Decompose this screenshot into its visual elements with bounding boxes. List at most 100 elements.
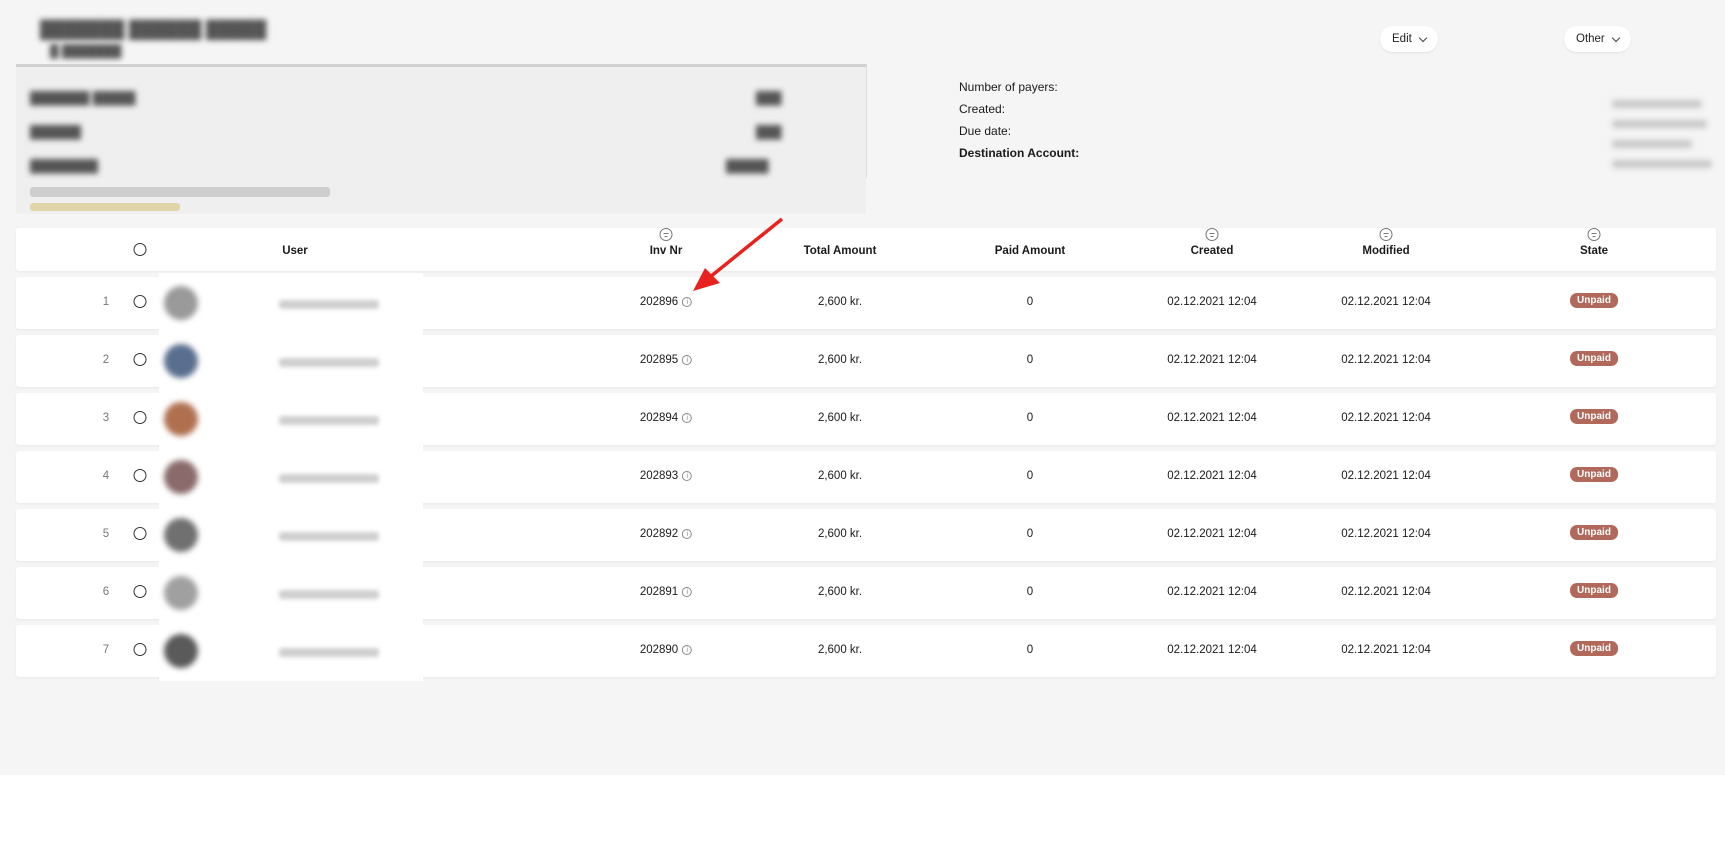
- filter-icon[interactable]: [659, 228, 673, 241]
- row-select-radio[interactable]: [133, 643, 147, 656]
- table-row[interactable]: 1 202896 i 2,600 kr. 0 02.12.2021 12:04 …: [16, 273, 1716, 333]
- vertical-divider: [866, 64, 867, 178]
- row-select-radio[interactable]: [133, 295, 147, 308]
- header-paid-amount[interactable]: Paid Amount: [995, 245, 1066, 257]
- summary-row-blurred: ██████: [30, 125, 82, 139]
- table-row[interactable]: 6 202891 i 2,600 kr. 0 02.12.2021 12:04 …: [16, 563, 1716, 623]
- inv-nr-cell: 202896 i: [639, 296, 693, 308]
- modified-date: 02.12.2021 12:04: [1341, 412, 1431, 424]
- header-created[interactable]: Created: [1191, 245, 1234, 257]
- user-cell[interactable]: [159, 563, 423, 623]
- row-select-radio[interactable]: [133, 585, 147, 598]
- row-index: 5: [102, 528, 110, 540]
- info-icon[interactable]: i: [682, 529, 693, 539]
- header-user[interactable]: User: [282, 245, 308, 257]
- status-badge: Unpaid: [1570, 351, 1618, 366]
- created-date: 02.12.2021 12:04: [1167, 586, 1257, 598]
- modified-date: 02.12.2021 12:04: [1341, 528, 1431, 540]
- header-state[interactable]: State: [1580, 245, 1608, 257]
- status-badge: Unpaid: [1570, 583, 1618, 598]
- edit-dropdown-button[interactable]: Edit: [1380, 26, 1438, 52]
- user-cell[interactable]: [159, 505, 423, 565]
- state-cell: Unpaid: [1570, 351, 1618, 366]
- due-date-label: Due date:: [959, 124, 1012, 138]
- paid-amount: 0: [1026, 528, 1034, 540]
- user-cell[interactable]: [159, 621, 423, 681]
- total-amount: 2,600 kr.: [817, 470, 863, 482]
- page-title-blurred: ███████ ██████ █████: [40, 20, 267, 39]
- info-icon[interactable]: i: [682, 297, 693, 307]
- status-badge: Unpaid: [1570, 525, 1618, 540]
- row-index: 1: [102, 296, 110, 308]
- summary-row-blurred: ███████ █████: [30, 91, 136, 105]
- inv-number: 202894: [639, 412, 679, 424]
- app-window: ███████ ██████ █████ █ ███████ Edit Othe…: [0, 0, 1725, 775]
- user-cell[interactable]: [159, 331, 423, 391]
- row-index: 2: [102, 354, 110, 366]
- user-cell[interactable]: [159, 447, 423, 507]
- row-select-radio[interactable]: [133, 353, 147, 366]
- paid-amount: 0: [1026, 586, 1034, 598]
- header-modified[interactable]: Modified: [1362, 245, 1409, 257]
- filter-icon[interactable]: [1379, 228, 1393, 241]
- state-cell: Unpaid: [1570, 467, 1618, 482]
- info-icon[interactable]: i: [682, 355, 693, 365]
- inv-nr-cell: 202891 i: [639, 586, 693, 598]
- row-index: 4: [102, 470, 110, 482]
- modified-date: 02.12.2021 12:04: [1341, 586, 1431, 598]
- paid-amount: 0: [1026, 470, 1034, 482]
- status-badge: Unpaid: [1570, 293, 1618, 308]
- table-row[interactable]: 4 202893 i 2,600 kr. 0 02.12.2021 12:04 …: [16, 447, 1716, 507]
- summary-note-blurred: [30, 187, 330, 197]
- inv-number: 202896: [639, 296, 679, 308]
- inv-nr-cell: 202895 i: [639, 354, 693, 366]
- info-icon[interactable]: i: [682, 471, 693, 481]
- user-cell[interactable]: [159, 273, 423, 333]
- avatar: [164, 402, 198, 436]
- info-icon[interactable]: i: [682, 645, 693, 655]
- info-icon[interactable]: i: [682, 413, 693, 423]
- header-inv-nr[interactable]: Inv Nr: [650, 245, 683, 257]
- edit-button-label: Edit: [1392, 33, 1412, 45]
- payers-label: Number of payers:: [959, 80, 1058, 94]
- other-button-label: Other: [1576, 33, 1605, 45]
- status-badge: Unpaid: [1570, 409, 1618, 424]
- inv-number: 202891: [639, 586, 679, 598]
- select-all-radio[interactable]: [133, 243, 147, 256]
- filter-icon[interactable]: [1205, 228, 1219, 241]
- inv-nr-cell: 202893 i: [639, 470, 693, 482]
- created-label: Created:: [959, 102, 1006, 116]
- total-amount: 2,600 kr.: [817, 354, 863, 366]
- other-dropdown-button[interactable]: Other: [1564, 26, 1631, 52]
- status-badge: Unpaid: [1570, 641, 1618, 656]
- page-subtitle-blurred: █ ███████: [50, 44, 122, 58]
- table-row[interactable]: 2 202895 i 2,600 kr. 0 02.12.2021 12:04 …: [16, 331, 1716, 391]
- info-icon[interactable]: i: [682, 587, 693, 597]
- table-row[interactable]: 7 202890 i 2,600 kr. 0 02.12.2021 12:04 …: [16, 621, 1716, 681]
- summary-value-blurred: █████: [726, 159, 769, 173]
- filter-icon[interactable]: [1587, 228, 1601, 241]
- row-index: 3: [102, 412, 110, 424]
- row-select-radio[interactable]: [133, 411, 147, 424]
- modified-date: 02.12.2021 12:04: [1341, 644, 1431, 656]
- inv-number: 202893: [639, 470, 679, 482]
- modified-date: 02.12.2021 12:04: [1341, 296, 1431, 308]
- inv-nr-cell: 202890 i: [640, 644, 693, 656]
- summary-value-blurred: ███: [756, 125, 782, 139]
- table-row[interactable]: 5 202892 i 2,600 kr. 0 02.12.2021 12:04 …: [16, 505, 1716, 565]
- avatar: [164, 576, 198, 610]
- paid-amount: 0: [1026, 296, 1034, 308]
- row-select-radio[interactable]: [133, 469, 147, 482]
- invoice-meta: Number of payers: Created: Due date: Des…: [959, 76, 1079, 164]
- row-select-radio[interactable]: [133, 527, 147, 540]
- total-amount: 2,600 kr.: [817, 412, 863, 424]
- state-cell: Unpaid: [1570, 293, 1618, 308]
- table-header: User Inv Nr Total Amount Paid Amount Cre…: [16, 228, 1716, 271]
- table-row[interactable]: 3 202894 i 2,600 kr. 0 02.12.2021 12:04 …: [16, 389, 1716, 449]
- inv-number: 202895: [639, 354, 679, 366]
- paid-amount: 0: [1026, 644, 1034, 656]
- user-name-blurred: [279, 358, 379, 367]
- inv-nr-cell: 202892 i: [640, 528, 693, 540]
- header-total-amount[interactable]: Total Amount: [804, 245, 877, 257]
- user-cell[interactable]: [159, 389, 423, 449]
